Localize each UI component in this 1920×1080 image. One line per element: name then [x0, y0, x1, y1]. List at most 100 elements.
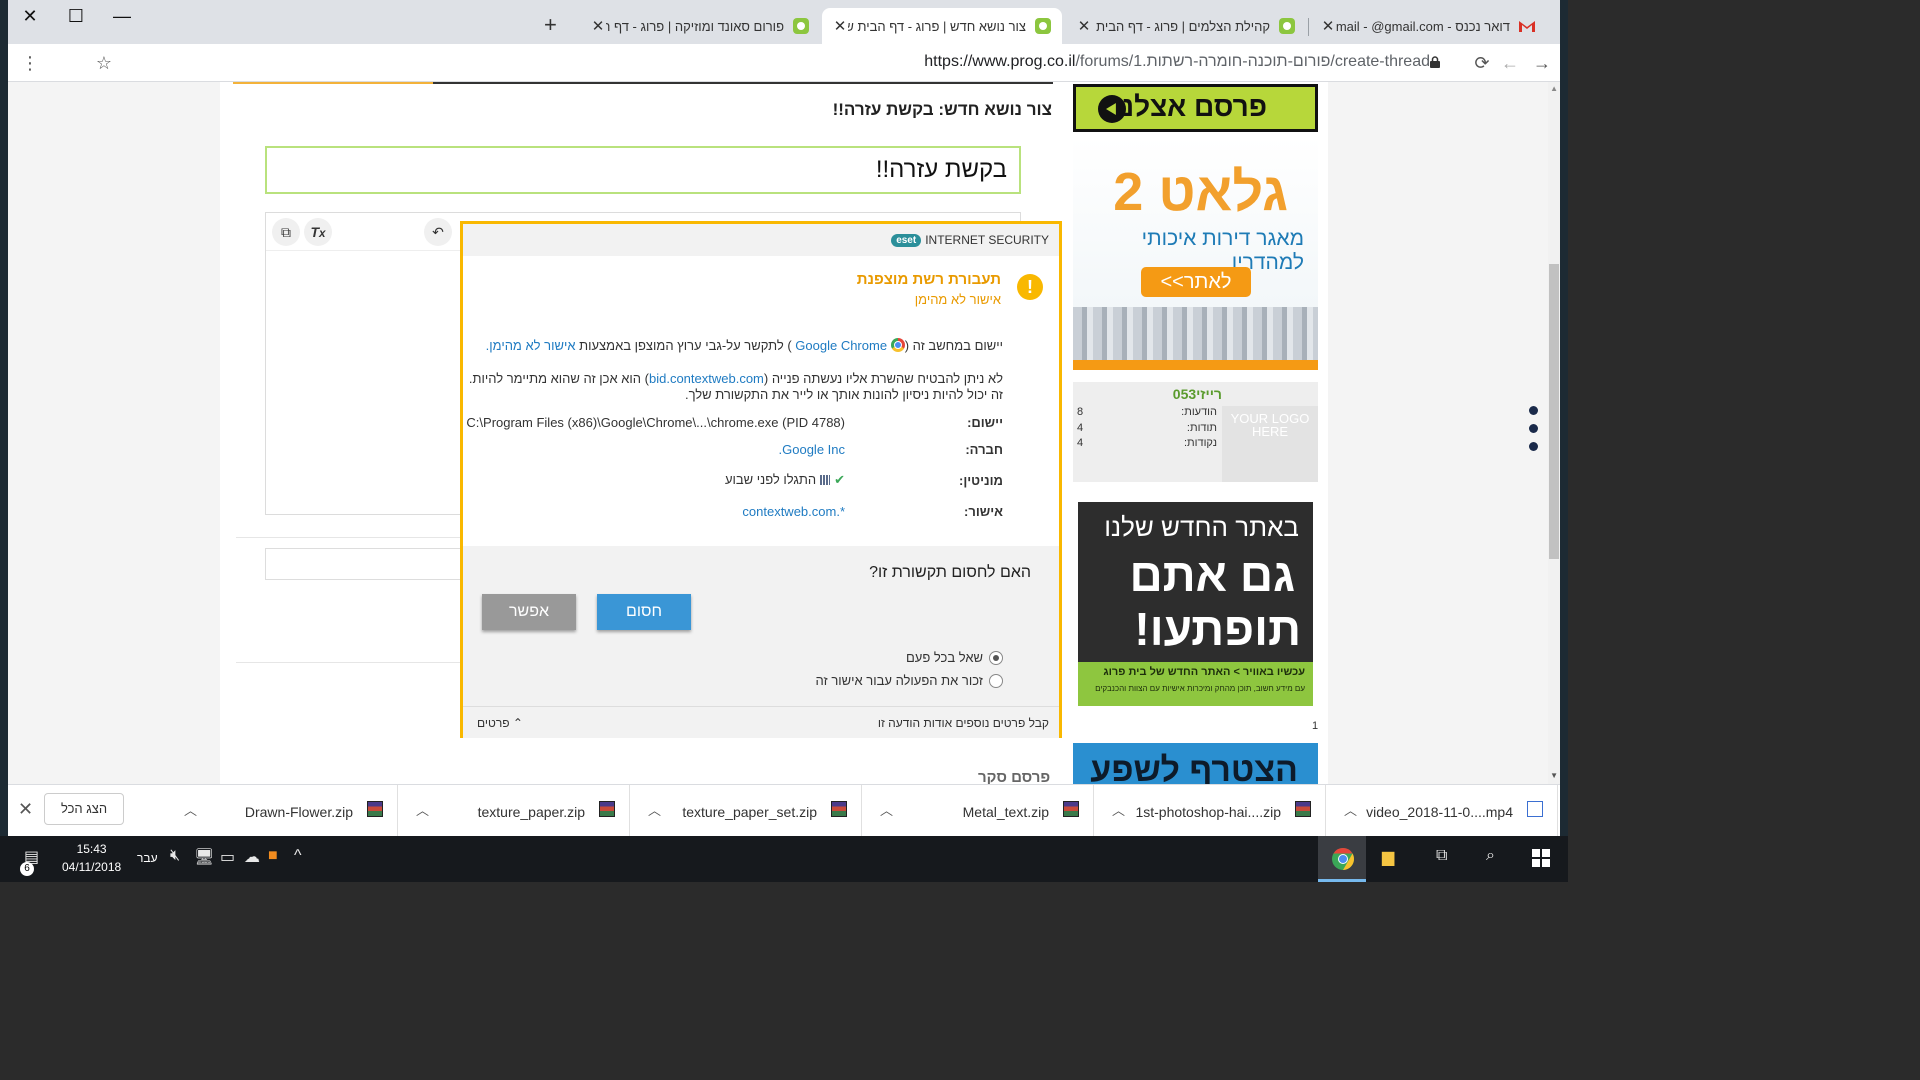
archive-icon	[1295, 801, 1311, 817]
glatt-ad-banner[interactable]: גלאט 2 מאגר דירות איכותי למהדרין לאתר>>	[1073, 137, 1318, 370]
forward-arrow-icon[interactable]: ←	[1498, 51, 1522, 75]
maximize-window-button[interactable]: ☐	[58, 4, 94, 28]
alert-title: תעבורת רשת מוצפנת	[856, 271, 1001, 288]
back-arrow-icon[interactable]: →	[1530, 51, 1554, 75]
windows-start-icon[interactable]	[1532, 849, 1550, 867]
more-info-link[interactable]: קבל פרטים נוספים אודות הודעה זו	[878, 716, 1049, 730]
new-tab-button[interactable]: +	[544, 12, 557, 38]
tab-strip: ✕ ☐ — + פורום סאונד ומוזיקה | פרוג - דף …	[8, 0, 1560, 44]
close-tab-icon[interactable]: ✕	[590, 17, 606, 35]
details-toggle[interactable]: ⌃ פרטים	[477, 716, 523, 730]
poll-section-title: פרסם סקר	[978, 769, 1051, 784]
download-item[interactable]: ︿ Drawn-Flower.zip	[168, 785, 398, 837]
remove-format-icon[interactable]: Tx	[304, 218, 332, 246]
new-site-ad-strip: עכשיו באוויר > האתר החדש של בית פרוג עם …	[1078, 662, 1313, 706]
download-item[interactable]: ︿ 1st-photoshop-hai....zip	[1096, 785, 1326, 837]
close-window-button[interactable]: ✕	[12, 4, 48, 28]
show-hidden-icons-chevron-icon[interactable]: ^	[294, 847, 302, 865]
download-filename: Drawn-Flower.zip	[244, 804, 353, 820]
network-icon[interactable]: 🖥︎	[194, 847, 214, 867]
checkmark-icon: ✔	[834, 472, 845, 487]
tab-photographers[interactable]: קהילת הצלמים | פרוג - דף הבית ✕	[1066, 8, 1306, 44]
block-question: האם לחסום תקשורת זו?	[869, 564, 1031, 581]
close-tab-icon[interactable]: ✕	[1076, 17, 1092, 35]
chevron-up-icon[interactable]: ︿	[416, 800, 429, 819]
allow-button[interactable]: אפשר	[482, 594, 576, 630]
chevron-up-icon[interactable]: ︿	[184, 800, 197, 819]
chevron-up-icon[interactable]: ︿	[1112, 800, 1125, 819]
detail-label: אישור:	[964, 504, 1003, 519]
download-filename: video_2018-11-0....mp4	[1366, 804, 1513, 820]
close-tab-icon[interactable]: ✕	[832, 17, 848, 35]
app-link[interactable]: Google Chrome	[795, 338, 887, 353]
chevron-up-icon[interactable]: ︿	[1344, 800, 1357, 819]
download-item[interactable]: ︿ Metal_text.zip	[864, 785, 1094, 837]
new-site-ad-line: גם אתם	[1129, 549, 1295, 601]
undo-icon[interactable]: ↶	[424, 218, 452, 246]
certificate-link[interactable]: *.contextweb.com	[742, 504, 845, 519]
battery-icon[interactable]: ▭	[220, 847, 235, 867]
glatt-ad-button[interactable]: לאתר>>	[1141, 267, 1251, 297]
advertise-banner[interactable]: פרסם אצלנו	[1073, 84, 1318, 132]
bottom-ad-text: הצטרף לשפע	[1090, 751, 1298, 784]
detail-value: התגלו לפני שבוע	[724, 472, 817, 487]
download-filename: texture_paper.zip	[477, 804, 585, 820]
close-tab-icon[interactable]: ✕	[1320, 17, 1336, 35]
chrome-window: ✕ ☐ — + פורום סאונד ומוזיקה | פרוג - דף …	[8, 0, 1560, 836]
gmail-icon	[1519, 21, 1535, 32]
file-explorer-icon[interactable]: ▆	[1382, 847, 1394, 867]
radio-ask-every-time[interactable]: שאל בכל פעם	[906, 650, 1003, 665]
thread-title-input[interactable]: בקשת עזרה!!	[265, 146, 1021, 194]
tab-sound-forum[interactable]: פורום סאונד ומוזיקה | פרוג - דף ה ✕	[580, 8, 820, 44]
radio-remember-action[interactable]: זכור את הפעולה עבור אישור זה	[816, 673, 1003, 688]
users-icon	[820, 475, 831, 485]
message-text: לא ניתן להבטיח שהשרת אליו נעשתה פנייה (	[763, 371, 1003, 386]
lock-icon[interactable]	[1430, 56, 1440, 68]
scrollbar-thumb[interactable]	[1549, 264, 1559, 559]
tab-create-thread[interactable]: צור נושא חדש | פרוג - דף הבית ש ✕	[822, 8, 1062, 44]
message-text: ) הוא אכן זה שהוא מתיימר להיות.	[468, 371, 649, 386]
chevron-up-icon[interactable]: ︿	[880, 800, 893, 819]
task-view-icon[interactable]: ⧉	[1436, 847, 1447, 865]
java-icon[interactable]: ■	[268, 847, 278, 865]
minimize-window-button[interactable]: —	[104, 4, 140, 28]
new-site-ad-line: באתר החדש שלנו	[1104, 512, 1299, 542]
menu-kebab-icon[interactable]: ⋮	[18, 51, 42, 75]
carousel-dots[interactable]	[1529, 406, 1538, 460]
onedrive-cloud-icon[interactable]: ☁	[244, 847, 260, 867]
carousel-dot[interactable]	[1529, 442, 1538, 451]
download-item[interactable]: ︿ video_2018-11-0....mp4	[1328, 785, 1558, 837]
scroll-down-icon[interactable]: ▼	[1550, 771, 1558, 780]
glatt-ad-headline: גלאט 2	[1113, 162, 1288, 222]
scroll-up-icon[interactable]: ▲	[1550, 84, 1558, 93]
download-item[interactable]: ︿ texture_paper_set.zip	[632, 785, 862, 837]
radio-label: זכור את הפעולה עבור אישור זה	[815, 673, 983, 688]
address-bar[interactable]: https://www.prog.co.il/forums/1.פורום-תו…	[924, 53, 1430, 71]
carousel-dot[interactable]	[1529, 424, 1538, 433]
user-logo-placeholder: YOUR LOGO HERE	[1222, 406, 1318, 482]
radio-selected-icon[interactable]	[989, 650, 1003, 665]
radio-unselected-icon[interactable]	[989, 673, 1003, 688]
download-item[interactable]: ︿ texture_paper.zip	[400, 785, 630, 837]
user-name[interactable]: רייזי053	[1173, 386, 1222, 402]
chevron-up-icon[interactable]: ︿	[648, 800, 661, 819]
bottom-ad-banner[interactable]: הצטרף לשפע	[1073, 743, 1318, 784]
new-site-ad-banner[interactable]: באתר החדש שלנו גם אתם תופתעו! עכשיו באוו…	[1078, 502, 1313, 706]
close-downloads-icon[interactable]: ✕	[18, 799, 33, 820]
tab-gmail[interactable]: דואר נכנס - Gmail - @gmail.com ✕	[1310, 8, 1546, 44]
reload-icon[interactable]: ⟳	[1470, 51, 1494, 75]
editor-source-icon[interactable]: ⧉	[272, 218, 300, 246]
volume-muted-icon[interactable]: 🔇︎	[170, 847, 180, 865]
chevron-up-icon: ⌃	[512, 716, 523, 730]
untrusted-cert-link[interactable]: אישור לא מהימן.	[486, 338, 576, 353]
block-button[interactable]: חסום	[597, 594, 691, 630]
page-scrollbar[interactable]: ▲ ▼	[1548, 82, 1560, 784]
server-link[interactable]: bid.contextweb.com	[649, 371, 764, 386]
clock[interactable]: 15:43 04/11/2018	[62, 840, 121, 876]
company-link[interactable]: Google Inc.	[779, 442, 846, 457]
bookmark-star-icon[interactable]: ☆	[92, 51, 116, 75]
show-all-downloads-button[interactable]: הצג הכל	[44, 793, 124, 825]
search-icon[interactable]: ⌕	[1486, 847, 1495, 865]
carousel-dot[interactable]	[1529, 406, 1538, 415]
input-language-indicator[interactable]: עבר	[137, 851, 158, 865]
